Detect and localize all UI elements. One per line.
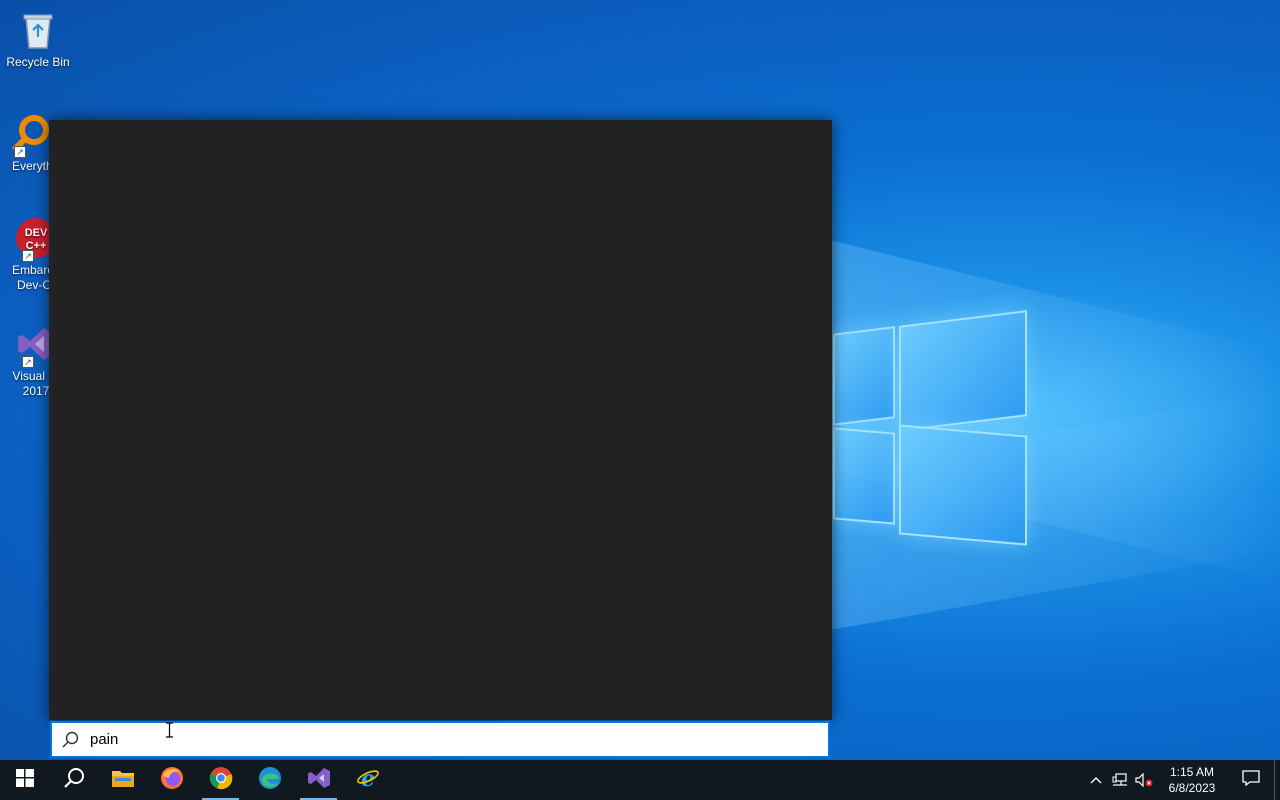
start-search-panel <box>49 120 832 720</box>
chrome-icon <box>209 766 233 795</box>
search-input[interactable] <box>88 724 788 755</box>
search-icon <box>52 723 88 756</box>
everything-search-icon: ↗ <box>6 112 50 158</box>
taskbar-firefox[interactable] <box>147 760 196 800</box>
network-icon[interactable] <box>1108 760 1132 800</box>
taskbar-search-button[interactable] <box>49 760 98 800</box>
taskbar-clock[interactable]: 1:15 AM 6/8/2023 <box>1156 764 1228 796</box>
svg-text:DEV: DEV <box>25 227 48 239</box>
recycle-bin-icon <box>16 8 60 52</box>
taskbar-internet-explorer[interactable]: e <box>343 760 392 800</box>
shortcut-arrow-icon: ↗ <box>22 250 34 262</box>
clock-date: 6/8/2023 <box>1168 781 1216 795</box>
shortcut-arrow-icon: ↗ <box>22 356 34 368</box>
start-button[interactable] <box>0 760 49 800</box>
search-icon <box>63 767 85 794</box>
volume-muted-icon[interactable] <box>1132 760 1156 800</box>
visual-studio-icon: ↗ <box>10 322 54 368</box>
clock-time: 1:15 AM <box>1169 765 1215 779</box>
ie-icon: e <box>356 766 380 795</box>
system-tray: 1:15 AM 6/8/2023 <box>1084 760 1280 800</box>
desktop-icon-label: Recycle Bin <box>6 55 70 69</box>
show-hidden-icons-chevron-icon[interactable] <box>1084 760 1108 800</box>
devcpp-icon: DEV C++ ↗ <box>10 216 56 262</box>
folder-icon <box>111 768 135 793</box>
visual-studio-icon <box>307 766 331 795</box>
taskbar-chrome[interactable] <box>196 760 245 800</box>
action-center-button[interactable] <box>1228 760 1274 800</box>
taskbar-edge[interactable] <box>245 760 294 800</box>
taskbar-file-explorer[interactable] <box>98 760 147 800</box>
text-cursor-icon <box>165 722 174 738</box>
desktop-icon-recycle-bin[interactable]: Recycle Bin <box>0 8 76 70</box>
taskbar: e 1:15 AM 6/8/2023 <box>0 760 1280 800</box>
show-desktop-button[interactable] <box>1274 760 1280 800</box>
shortcut-arrow-icon: ↗ <box>14 146 26 158</box>
firefox-icon <box>160 766 184 795</box>
taskbar-visual-studio[interactable] <box>294 760 343 800</box>
notification-icon <box>1242 769 1260 792</box>
edge-icon <box>258 766 282 795</box>
windows-start-icon <box>15 768 34 792</box>
